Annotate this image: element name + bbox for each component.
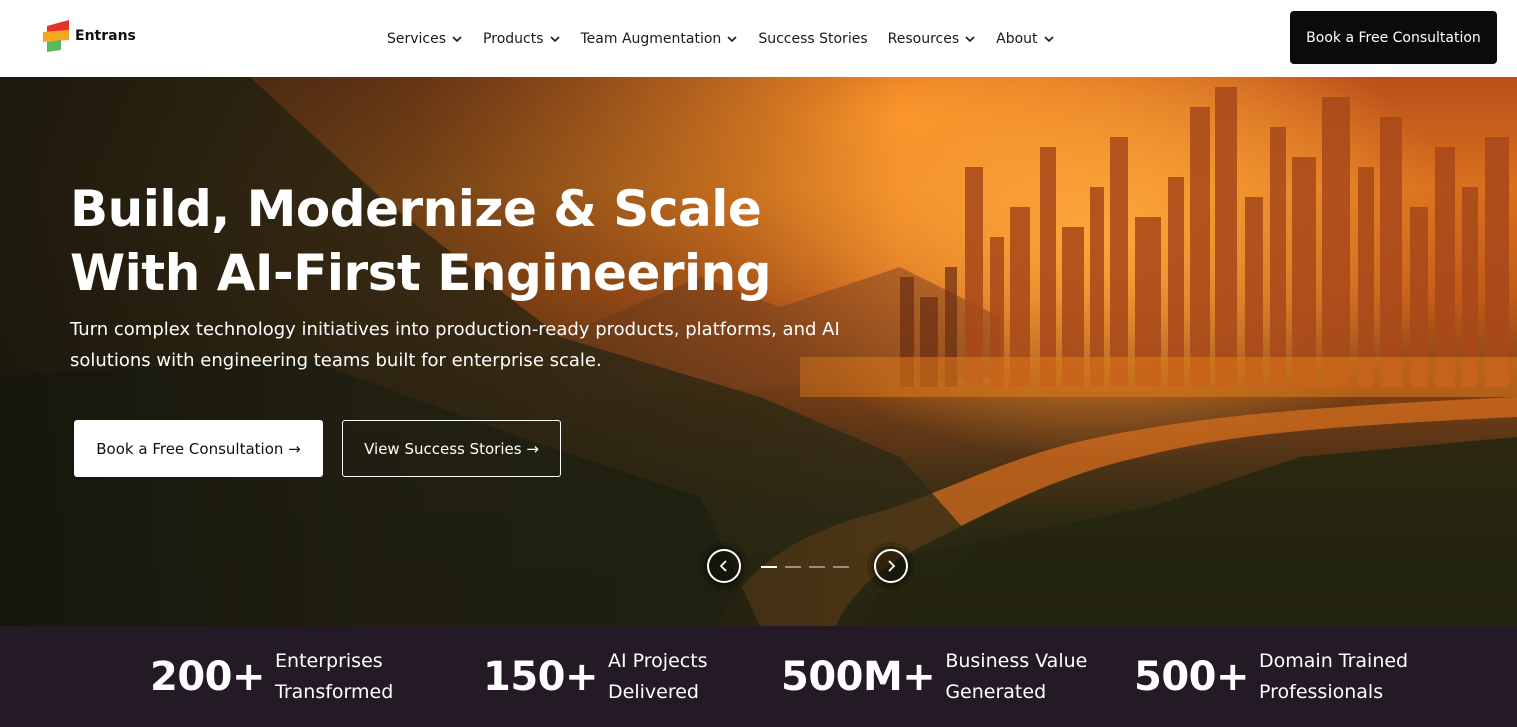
stat-value: 500M+	[781, 653, 936, 700]
carousel-dot[interactable]	[833, 566, 849, 568]
book-consultation-hero-button[interactable]: Book a Free Consultation →	[74, 420, 323, 477]
stat-professionals: 500+ Domain Trained Professionals	[1134, 626, 1419, 727]
nav-item-success-stories[interactable]: Success Stories	[758, 31, 867, 47]
stat-label: Domain Trained Professionals	[1259, 646, 1419, 708]
chevron-down-icon	[727, 35, 737, 42]
chevron-left-icon	[719, 560, 727, 572]
nav-item-label: Products	[483, 30, 544, 47]
brand-name: Entrans	[75, 28, 136, 44]
stat-enterprises: 200+ Enterprises Transformed	[150, 626, 435, 727]
nav-item-label: Team Augmentation	[580, 30, 722, 47]
chevron-down-icon	[452, 35, 462, 42]
nav-item-products[interactable]: Products	[483, 31, 560, 47]
book-consultation-button[interactable]: Book a Free Consultation	[1290, 11, 1497, 64]
carousel-prev-button[interactable]	[704, 546, 744, 586]
site-header: Entrans Services Products Team Augmentat…	[0, 0, 1517, 77]
stat-label: Business Value Generated	[945, 646, 1105, 708]
stat-label: AI Projects Delivered	[608, 646, 768, 708]
view-success-stories-button[interactable]: View Success Stories →	[342, 420, 561, 477]
stat-business-value: 500M+ Business Value Generated	[781, 626, 1105, 727]
nav-item-about[interactable]: About	[996, 31, 1054, 47]
carousel-dot[interactable]	[761, 566, 777, 568]
stat-label: Enterprises Transformed	[275, 646, 435, 708]
stat-value: 500+	[1134, 653, 1250, 700]
stat-label-line2: Transformed	[275, 680, 394, 703]
hero-title: Build, Modernize & Scale With AI-First E…	[70, 180, 772, 302]
nav-item-label: Services	[387, 30, 447, 47]
nav-item-label: Success Stories	[758, 30, 868, 47]
stat-label-line2: Professionals	[1259, 680, 1384, 703]
chevron-down-icon	[965, 35, 975, 42]
nav-item-label: Resources	[887, 30, 960, 47]
stat-label-line1: Business Value	[945, 649, 1088, 672]
nav-item-resources[interactable]: Resources	[888, 31, 977, 47]
carousel-dot[interactable]	[785, 566, 801, 568]
stat-ai-projects: 150+ AI Projects Delivered	[483, 626, 768, 727]
chevron-right-icon	[888, 560, 896, 572]
stats-bar: 200+ Enterprises Transformed 150+ AI Pro…	[0, 626, 1517, 727]
carousel-prev-ring	[707, 549, 741, 583]
brand-logo[interactable]: Entrans	[43, 20, 136, 52]
hero-subtitle: Turn complex technology initiatives into…	[70, 319, 840, 371]
stat-value: 200+	[150, 653, 266, 700]
logo-icon	[43, 20, 71, 52]
chevron-down-icon	[1043, 35, 1054, 42]
stat-label-line2: Delivered	[608, 680, 699, 703]
hero-section: Build, Modernize & Scale With AI-First E…	[0, 77, 1517, 626]
stat-label-line1: AI Projects	[608, 649, 708, 672]
stat-label-line2: Generated	[945, 680, 1047, 703]
carousel-dot[interactable]	[809, 566, 825, 568]
nav-item-services[interactable]: Services	[387, 31, 463, 47]
stat-label-line1: Domain Trained	[1259, 649, 1409, 672]
stat-label-line1: Enterprises	[275, 649, 383, 672]
carousel-next-button[interactable]	[871, 546, 911, 586]
carousel-next-ring	[874, 549, 908, 583]
main-nav: Services Products Team Augmentation Succ…	[387, 0, 1055, 77]
stat-value: 150+	[483, 653, 599, 700]
nav-item-label: About	[996, 30, 1038, 47]
chevron-down-icon	[549, 35, 560, 42]
carousel-indicators	[761, 566, 849, 568]
nav-item-team-augmentation[interactable]: Team Augmentation	[581, 31, 739, 47]
